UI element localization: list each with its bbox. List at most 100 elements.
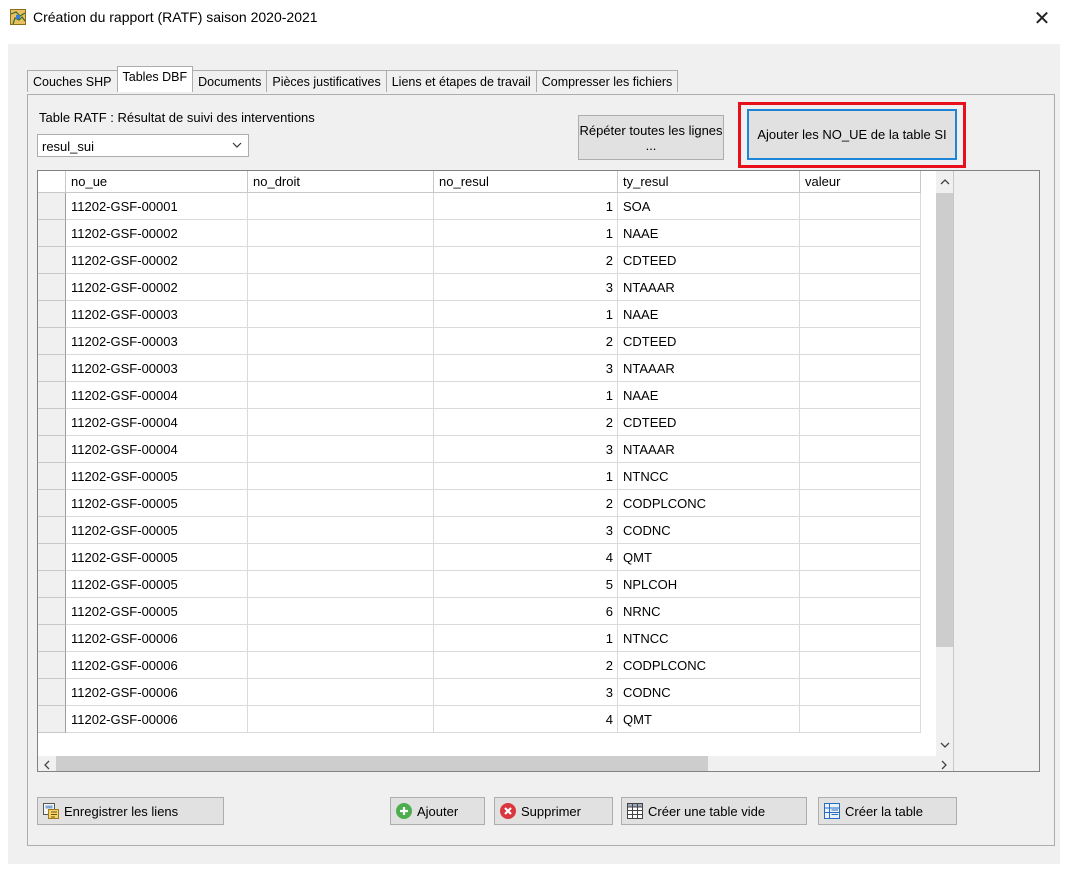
table-cell-no-droit[interactable] — [248, 436, 434, 463]
row-selector[interactable] — [38, 355, 66, 382]
table-row[interactable]: 11202-GSF-00005 5 NPLCOH — [38, 571, 921, 598]
table-cell-no-ue[interactable]: 11202-GSF-00005 — [66, 490, 248, 517]
row-selector[interactable] — [38, 382, 66, 409]
scroll-down-icon[interactable] — [936, 734, 953, 756]
table-cell-valeur[interactable] — [800, 274, 921, 301]
row-selector[interactable] — [38, 193, 66, 220]
row-selector[interactable] — [38, 625, 66, 652]
row-selector[interactable] — [38, 301, 66, 328]
table-row[interactable]: 11202-GSF-00003 1 NAAE — [38, 301, 921, 328]
vertical-scrollbar[interactable] — [936, 171, 953, 756]
table-cell-ty-resul[interactable]: CODPLCONC — [618, 490, 800, 517]
table-cell-valeur[interactable] — [800, 355, 921, 382]
table-row[interactable]: 11202-GSF-00004 3 NTAAAR — [38, 436, 921, 463]
table-cell-valeur[interactable] — [800, 517, 921, 544]
table-cell-no-ue[interactable]: 11202-GSF-00005 — [66, 463, 248, 490]
table-cell-no-ue[interactable]: 11202-GSF-00005 — [66, 517, 248, 544]
table-cell-no-resul[interactable]: 1 — [434, 625, 618, 652]
table-cell-no-resul[interactable]: 1 — [434, 220, 618, 247]
add-noue-from-si-button[interactable]: Ajouter les NO_UE de la table SI — [747, 109, 957, 160]
table-cell-no-resul[interactable]: 2 — [434, 409, 618, 436]
table-cell-valeur[interactable] — [800, 436, 921, 463]
scroll-up-icon[interactable] — [936, 171, 953, 193]
table-cell-ty-resul[interactable]: NRNC — [618, 598, 800, 625]
table-cell-no-resul[interactable]: 6 — [434, 598, 618, 625]
table-cell-ty-resul[interactable]: NTAAAR — [618, 436, 800, 463]
table-cell-no-droit[interactable] — [248, 706, 434, 733]
table-row[interactable]: 11202-GSF-00005 3 CODNC — [38, 517, 921, 544]
table-row[interactable]: 11202-GSF-00003 2 CDTEED — [38, 328, 921, 355]
table-cell-no-droit[interactable] — [248, 598, 434, 625]
table-cell-ty-resul[interactable]: QMT — [618, 544, 800, 571]
table-cell-no-ue[interactable]: 11202-GSF-00003 — [66, 328, 248, 355]
table-cell-no-ue[interactable]: 11202-GSF-00006 — [66, 652, 248, 679]
table-row[interactable]: 11202-GSF-00002 1 NAAE — [38, 220, 921, 247]
table-cell-no-ue[interactable]: 11202-GSF-00004 — [66, 436, 248, 463]
table-cell-ty-resul[interactable]: NAAE — [618, 220, 800, 247]
table-cell-no-ue[interactable]: 11202-GSF-00006 — [66, 706, 248, 733]
table-cell-ty-resul[interactable]: NAAE — [618, 301, 800, 328]
table-cell-no-droit[interactable] — [248, 301, 434, 328]
table-cell-no-resul[interactable]: 2 — [434, 328, 618, 355]
table-row[interactable]: 11202-GSF-00006 4 QMT — [38, 706, 921, 733]
table-cell-no-ue[interactable]: 11202-GSF-00005 — [66, 598, 248, 625]
table-row[interactable]: 11202-GSF-00006 2 CODPLCONC — [38, 652, 921, 679]
scroll-left-icon[interactable] — [38, 756, 56, 771]
table-cell-no-droit[interactable] — [248, 544, 434, 571]
table-cell-valeur[interactable] — [800, 490, 921, 517]
table-cell-no-ue[interactable]: 11202-GSF-00003 — [66, 301, 248, 328]
table-cell-no-resul[interactable]: 4 — [434, 544, 618, 571]
repeat-all-rows-button[interactable]: Répéter toutes les lignes ... — [578, 115, 724, 160]
table-cell-valeur[interactable] — [800, 598, 921, 625]
save-links-button[interactable]: Enregistrer les liens — [37, 797, 224, 825]
row-selector[interactable] — [38, 571, 66, 598]
create-empty-table-button[interactable]: Créer une table vide — [621, 797, 807, 825]
column-header[interactable]: valeur — [800, 171, 921, 193]
add-button[interactable]: Ajouter — [390, 797, 485, 825]
table-cell-no-resul[interactable]: 3 — [434, 274, 618, 301]
table-row[interactable]: 11202-GSF-00004 1 NAAE — [38, 382, 921, 409]
table-cell-no-ue[interactable]: 11202-GSF-00004 — [66, 382, 248, 409]
table-cell-no-resul[interactable]: 4 — [434, 706, 618, 733]
create-table-button[interactable]: Créer la table — [818, 797, 957, 825]
table-cell-no-resul[interactable]: 2 — [434, 247, 618, 274]
table-cell-ty-resul[interactable]: CDTEED — [618, 328, 800, 355]
grid-corner[interactable] — [38, 171, 66, 193]
table-cell-no-droit[interactable] — [248, 490, 434, 517]
table-row[interactable]: 11202-GSF-00002 3 NTAAAR — [38, 274, 921, 301]
table-cell-no-resul[interactable]: 2 — [434, 490, 618, 517]
table-cell-valeur[interactable] — [800, 220, 921, 247]
table-cell-no-droit[interactable] — [248, 193, 434, 220]
table-cell-no-resul[interactable]: 3 — [434, 436, 618, 463]
table-cell-valeur[interactable] — [800, 382, 921, 409]
data-grid[interactable]: no_ue no_droit no_resul ty_resul valeur … — [37, 170, 1040, 772]
table-cell-no-ue[interactable]: 11202-GSF-00006 — [66, 625, 248, 652]
table-cell-ty-resul[interactable]: CODNC — [618, 517, 800, 544]
table-cell-valeur[interactable] — [800, 571, 921, 598]
row-selector[interactable] — [38, 490, 66, 517]
row-selector[interactable] — [38, 463, 66, 490]
table-cell-no-resul[interactable]: 3 — [434, 355, 618, 382]
table-cell-no-droit[interactable] — [248, 247, 434, 274]
horizontal-scrollbar[interactable] — [38, 756, 953, 771]
row-selector[interactable] — [38, 706, 66, 733]
column-header[interactable]: ty_resul — [618, 171, 800, 193]
table-cell-no-ue[interactable]: 11202-GSF-00005 — [66, 571, 248, 598]
table-cell-ty-resul[interactable]: NPLCOH — [618, 571, 800, 598]
table-cell-ty-resul[interactable]: CDTEED — [618, 409, 800, 436]
table-cell-no-droit[interactable] — [248, 220, 434, 247]
table-cell-ty-resul[interactable]: NAAE — [618, 382, 800, 409]
tab-compresser-fichiers[interactable]: Compresser les fichiers — [535, 70, 679, 92]
table-row[interactable]: 11202-GSF-00005 2 CODPLCONC — [38, 490, 921, 517]
table-cell-no-ue[interactable]: 11202-GSF-00003 — [66, 355, 248, 382]
table-cell-no-resul[interactable]: 3 — [434, 517, 618, 544]
table-cell-no-droit[interactable] — [248, 652, 434, 679]
table-cell-valeur[interactable] — [800, 301, 921, 328]
column-header[interactable]: no_resul — [434, 171, 618, 193]
table-cell-no-resul[interactable]: 3 — [434, 679, 618, 706]
table-cell-valeur[interactable] — [800, 247, 921, 274]
table-cell-no-ue[interactable]: 11202-GSF-00002 — [66, 247, 248, 274]
table-cell-no-resul[interactable]: 1 — [434, 301, 618, 328]
tab-tables-dbf[interactable]: Tables DBF — [116, 66, 194, 92]
table-row[interactable]: 11202-GSF-00005 4 QMT — [38, 544, 921, 571]
